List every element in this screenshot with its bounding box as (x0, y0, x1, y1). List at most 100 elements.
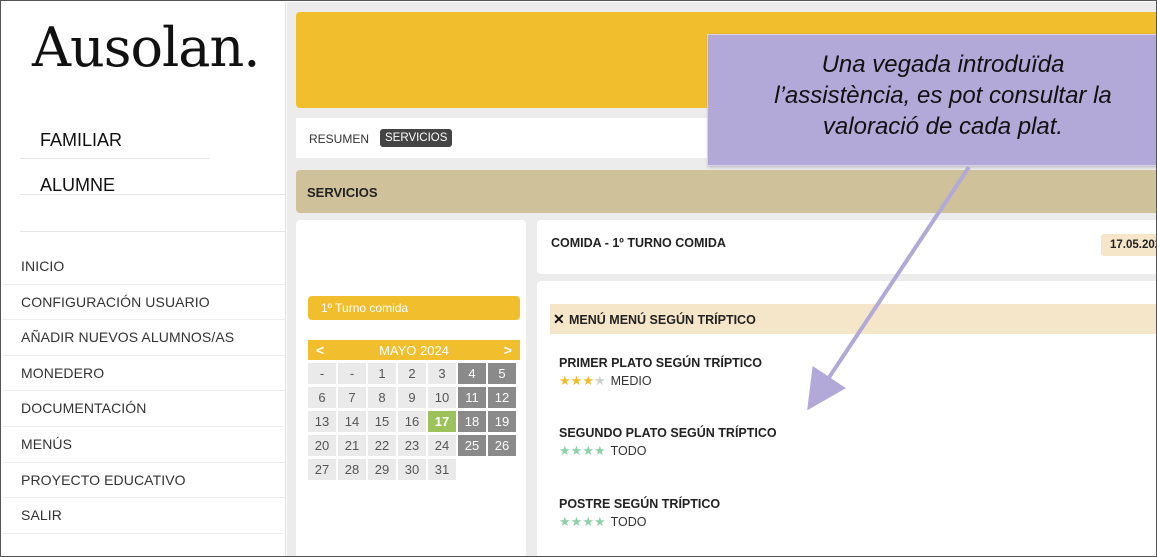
star-icon: ★ (593, 373, 606, 388)
callout-annotation: Una vegada introduïda l’assistència, es … (707, 34, 1156, 166)
calendar-day[interactable]: 24 (428, 435, 456, 456)
dish-name: POSTRE SEGÚN TRÍPTICO (559, 497, 721, 511)
role-alumne[interactable]: ALUMNE (40, 175, 115, 196)
sidebar-nav: INICIO CONFIGURACIÓN USUARIO AÑADIR NUEV… (2, 249, 286, 534)
tab-servicios[interactable]: SERVICIOS (380, 129, 453, 147)
service-title: COMIDA - 1º TURNO COMIDA (551, 236, 726, 250)
star-icon: ★ (570, 514, 583, 529)
dish-name: SEGUNDO PLATO SEGÚN TRÍPTICO (559, 426, 777, 440)
calendar-header: < MAYO 2024 > (308, 340, 520, 360)
calendar-day[interactable]: 19 (488, 411, 516, 432)
calendar-day[interactable]: 7 (338, 387, 366, 408)
star-icon: ★ (559, 514, 571, 529)
star-icon: ★ (570, 373, 583, 388)
star-icon: ★ (593, 443, 606, 458)
service-date: 17.05.2024 (1101, 234, 1156, 256)
calendar-day (458, 459, 486, 480)
calendar-day: - (338, 363, 366, 384)
star-icon: ★ (559, 443, 571, 458)
calendar-day (488, 459, 516, 480)
calendar: < MAYO 2024 > - -1 2 3 4 5 6 7 8 9 10 11 12 13 14 15 16 1… (308, 340, 520, 480)
dish-rating: ★★★★ TODO (559, 443, 777, 458)
calendar-day[interactable]: 30 (398, 459, 426, 480)
calendar-day[interactable]: 4 (458, 363, 486, 384)
sidebar-item-documentacion[interactable]: DOCUMENTACIÓN (2, 391, 286, 427)
tab-resumen[interactable]: RESUMEN (309, 132, 369, 146)
calendar-grid: - -1 2 3 4 5 6 7 8 9 10 11 12 13 14 15 16 17 18 19 20 21 22 23 2… (308, 363, 520, 480)
calendar-month-label: MAYO 2024 (379, 342, 449, 358)
calendar-day[interactable]: 5 (488, 363, 516, 384)
role-familiar[interactable]: FAMILIAR (40, 130, 122, 151)
menu-title: MENÚ MENÚ SEGÚN TRÍPTICO (569, 313, 756, 327)
calendar-panel: 1º Turno comida < MAYO 2024 > --12345678… (296, 220, 526, 556)
callout-text: Una vegada introduïda l’assistència, es … (708, 49, 1156, 142)
calendar-day[interactable]: 27 (308, 459, 336, 480)
section-title: SERVICIOS (307, 185, 378, 200)
sidebar-item-inicio[interactable]: INICIO (2, 249, 286, 285)
dish-rating: ★★★★ MEDIO (559, 373, 762, 388)
star-icon: ★ (570, 443, 583, 458)
calendar-day[interactable]: 29 (368, 459, 396, 480)
calendar-day[interactable]: 14 (338, 411, 366, 432)
calendar-day[interactable]: 12 (488, 387, 516, 408)
sidebar-item-anadir-alumnos[interactable]: AÑADIR NUEVOS ALUMNOS/AS (2, 320, 286, 356)
utensils-icon: ✕ (553, 311, 565, 327)
calendar-day[interactable]: 20 (308, 435, 336, 456)
calendar-day[interactable]: 2 (398, 363, 426, 384)
sidebar-item-salir[interactable]: SALIR (2, 498, 286, 534)
chevron-left-icon[interactable]: < (316, 342, 324, 358)
calendar-day[interactable]: 28 (338, 459, 366, 480)
menu-header: ✕ MENÚ MENÚ SEGÚN TRÍPTICO (550, 304, 1156, 334)
calendar-day[interactable]: 18 (458, 411, 486, 432)
calendar-day[interactable]: 3 (428, 363, 456, 384)
calendar-day-selected[interactable]: 17 (428, 411, 456, 432)
rating-label: MEDIO (610, 373, 652, 388)
dish-rating: ★★★★ TODO (559, 514, 720, 529)
sidebar: Ausolan. FAMILIAR ALUMNE INICIO CONFIGUR… (2, 2, 286, 556)
app-frame: Ausolan. FAMILIAR ALUMNE INICIO CONFIGUR… (0, 0, 1157, 557)
calendar-day[interactable]: 22 (368, 435, 396, 456)
service-card: COMIDA - 1º TURNO COMIDA 17.05.2024 (537, 220, 1156, 274)
calendar-day[interactable]: 25 (458, 435, 486, 456)
star-icon: ★ (593, 514, 606, 529)
sidebar-item-proyecto-educativo[interactable]: PROYECTO EDUCATIVO (2, 463, 286, 499)
calendar-day[interactable]: 11 (458, 387, 486, 408)
calendar-day[interactable]: 15 (368, 411, 396, 432)
calendar-day[interactable]: 31 (428, 459, 456, 480)
section-header: SERVICIOS (296, 170, 1156, 213)
calendar-day[interactable]: 9 (398, 387, 426, 408)
calendar-day[interactable]: 23 (398, 435, 426, 456)
divider (20, 158, 210, 159)
menu-card: ✕ MENÚ MENÚ SEGÚN TRÍPTICO PRIMER PLATO … (537, 281, 1156, 556)
calendar-day[interactable]: 8 (368, 387, 396, 408)
star-rating: ★★★★ (559, 373, 606, 388)
sidebar-item-menus[interactable]: MENÚS (2, 427, 286, 463)
calendar-day[interactable]: 10 (428, 387, 456, 408)
rating-label: TODO (610, 514, 647, 529)
sidebar-item-configuracion-usuario[interactable]: CONFIGURACIÓN USUARIO (2, 285, 286, 321)
callout-line: l’assistència, es pot consultar la (774, 82, 1112, 109)
dish-item: POSTRE SEGÚN TRÍPTICO ★★★★ TODO (559, 497, 720, 529)
calendar-day[interactable]: 13 (308, 411, 336, 432)
callout-line: valoració de cada plat. (822, 113, 1064, 140)
calendar-day: - (308, 363, 336, 384)
ausolan-logo: Ausolan. (32, 16, 260, 79)
turno-badge[interactable]: 1º Turno comida (308, 296, 520, 320)
calendar-day[interactable]: 16 (398, 411, 426, 432)
chevron-right-icon[interactable]: > (504, 342, 512, 358)
star-icon: ★ (582, 443, 594, 458)
dish-item: SEGUNDO PLATO SEGÚN TRÍPTICO ★★★★ TODO (559, 426, 777, 458)
dish-item: PRIMER PLATO SEGÚN TRÍPTICO ★★★★ MEDIO (559, 356, 762, 388)
calendar-day[interactable]: 21 (338, 435, 366, 456)
star-icon: ★ (582, 373, 594, 388)
calendar-day[interactable]: 1 (368, 363, 396, 384)
sidebar-item-monedero[interactable]: MONEDERO (2, 356, 286, 392)
star-rating: ★★★★ (559, 443, 606, 458)
divider (20, 231, 286, 232)
calendar-day[interactable]: 6 (308, 387, 336, 408)
calendar-day[interactable]: 26 (488, 435, 516, 456)
callout-line: Una vegada introduïda (821, 51, 1065, 78)
divider (20, 194, 286, 195)
star-icon: ★ (582, 514, 594, 529)
star-icon: ★ (559, 373, 571, 388)
